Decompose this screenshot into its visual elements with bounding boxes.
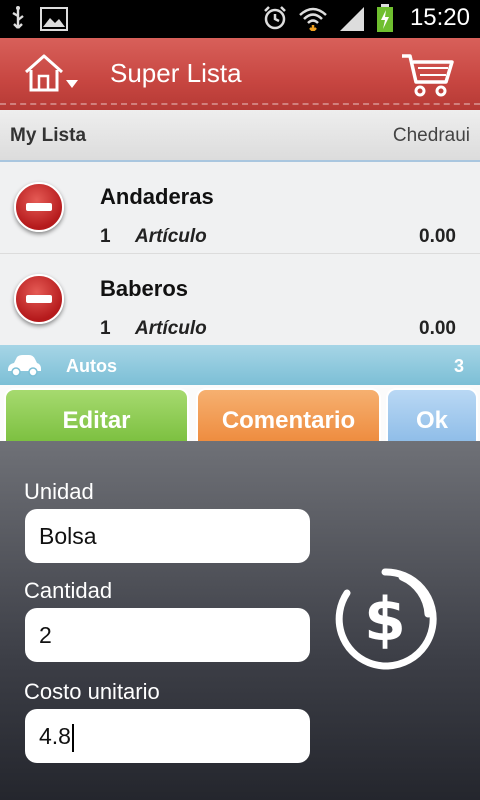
battery-charging-icon [376, 4, 393, 32]
category-name: Autos [66, 356, 117, 376]
list-name: My Lista [10, 125, 87, 146]
category-header-autos[interactable]: Autos 3 [0, 345, 480, 385]
list-item[interactable]: Andaderas 1 Artículo 0.00 [0, 162, 480, 254]
text-cursor [71, 723, 74, 752]
app-header: Super Lista [0, 38, 480, 110]
quantity-value: 2 [39, 622, 52, 648]
edit-button[interactable]: Editar [4, 388, 189, 444]
svg-text:$: $ [364, 585, 406, 655]
car-icon [8, 355, 41, 377]
alarm-icon [264, 6, 286, 30]
store-name[interactable]: Chedraui [393, 125, 470, 147]
unit-cost-value: 4.8 [39, 723, 71, 749]
remove-item-button[interactable] [14, 274, 64, 324]
item-quantity: 1 [100, 226, 111, 247]
home-menu-icon[interactable] [22, 52, 84, 94]
item-name: Andaderas [100, 184, 214, 209]
unit-cost-field[interactable]: 4.8 [25, 709, 310, 763]
remove-item-button[interactable] [14, 182, 64, 232]
status-time: 15:20 [409, 4, 470, 31]
signal-icon [339, 7, 364, 31]
ok-button[interactable]: Ok [386, 388, 478, 444]
header-stitch-divider [0, 103, 480, 105]
edit-panel: Unidad Bolsa Cantidad 2 Costo unitario 4… [0, 441, 480, 800]
minus-icon [26, 203, 52, 211]
status-bar: 15:20 [0, 0, 480, 38]
quantity-field[interactable]: 2 [25, 608, 310, 662]
minus-icon [26, 295, 52, 303]
item-price: 0.00 [419, 318, 456, 339]
dollar-icon: $ [335, 568, 437, 670]
unit-cost-label: Costo unitario [24, 679, 160, 704]
item-unit: Artículo [135, 318, 207, 339]
wifi-icon [299, 7, 327, 31]
action-bar: Editar Comentario Ok [0, 385, 480, 444]
quantity-label: Cantidad [24, 578, 113, 603]
usb-icon [12, 6, 24, 29]
unit-value: Bolsa [39, 523, 97, 549]
list-header: My Lista Chedraui [0, 110, 480, 162]
item-unit: Artículo [135, 226, 207, 247]
list-item[interactable]: Baberos 1 Artículo 0.00 [0, 254, 480, 346]
unit-label: Unidad [24, 479, 94, 504]
item-quantity: 1 [100, 318, 111, 339]
gallery-icon [40, 7, 68, 31]
item-price: 0.00 [419, 226, 456, 247]
comment-button[interactable]: Comentario [196, 388, 381, 444]
unit-field[interactable]: Bolsa [25, 509, 310, 563]
category-count: 3 [453, 356, 464, 376]
item-name: Baberos [100, 276, 189, 301]
app-title: Super Lista [110, 58, 242, 88]
cart-icon[interactable] [400, 50, 454, 98]
